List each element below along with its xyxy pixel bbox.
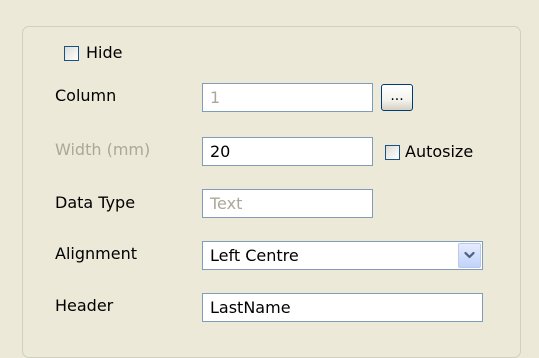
alignment-dropdown[interactable]: Left Centre — [202, 241, 483, 270]
alignment-label: Alignment — [55, 244, 137, 263]
autosize-checkbox[interactable] — [385, 145, 400, 160]
column-field[interactable]: 1 — [202, 83, 373, 112]
column-label: Column — [55, 86, 117, 105]
hide-checkbox[interactable] — [64, 46, 79, 61]
chevron-down-icon — [464, 251, 475, 259]
width-field[interactable]: 20 — [202, 137, 373, 166]
hide-label: Hide — [86, 43, 123, 62]
alignment-dropdown-button[interactable] — [458, 243, 481, 268]
header-label: Header — [55, 296, 114, 315]
autosize-label: Autosize — [405, 142, 474, 161]
width-label: Width (mm) — [55, 140, 151, 159]
column-browse-button[interactable]: ... — [381, 84, 413, 111]
data-type-field[interactable]: Text — [202, 189, 373, 218]
header-field[interactable]: LastName — [202, 293, 483, 322]
alignment-selected-value: Left Centre — [210, 246, 299, 265]
data-type-label: Data Type — [55, 193, 136, 212]
